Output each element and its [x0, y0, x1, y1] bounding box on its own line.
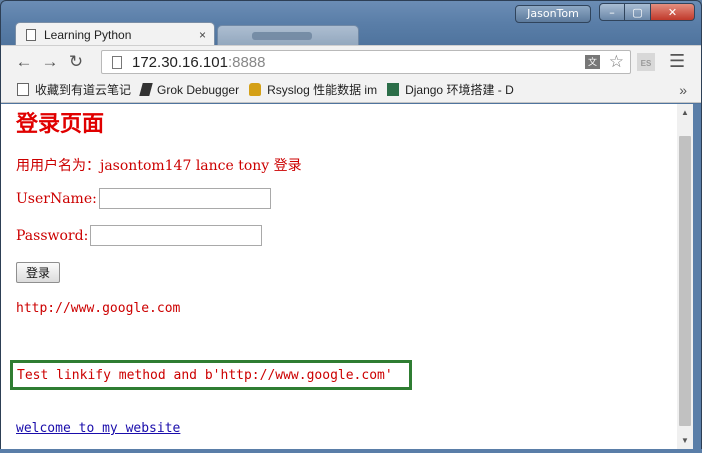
chrome-menu-icon[interactable]: ☰ — [669, 51, 685, 72]
maximize-button[interactable]: ▢ — [625, 3, 651, 21]
django-icon — [387, 83, 400, 96]
username-input[interactable] — [98, 188, 271, 209]
bookmark-django[interactable]: Django 环境搭建 - D — [387, 81, 514, 98]
extension-icon[interactable]: ES — [637, 53, 655, 71]
user-hint-text: 用用户名为：jasontom147 lance tony 登录 — [16, 158, 302, 174]
address-bar[interactable]: 172.30.16.101:8888 文 ☆ — [101, 50, 631, 74]
password-row: Password: — [16, 225, 263, 246]
page-content: 登录页面 用用户名为：jasontom147 lance tony 登录 Use… — [1, 104, 677, 449]
window-controls: – ▢ ✕ — [599, 3, 695, 21]
bookmark-youdao[interactable]: 收藏到有道云笔记 — [17, 81, 131, 98]
window-frame-bottom — [0, 449, 702, 453]
scrollbar-thumb[interactable] — [679, 136, 691, 426]
bookmark-star-icon[interactable]: ☆ — [609, 52, 624, 72]
tab-title: Learning Python — [44, 27, 132, 42]
tab-close-icon[interactable]: × — [199, 28, 206, 42]
grok-icon — [139, 83, 153, 96]
page-favicon-icon — [26, 28, 36, 41]
tab-learning-python[interactable]: Learning Python × — [15, 22, 215, 46]
login-button[interactable]: 登录 — [16, 262, 60, 283]
username-row: UserName: — [16, 188, 271, 209]
browser-toolbar: ← → ↻ 172.30.16.101:8888 文 ☆ ES ☰ — [1, 45, 701, 77]
tab-background[interactable] — [217, 25, 359, 46]
google-url-text: http://www.google.com — [16, 301, 181, 316]
vertical-scrollbar[interactable]: ▲ ▼ — [677, 104, 693, 449]
translate-icon[interactable]: 文 — [585, 55, 600, 69]
bookmark-grok-debugger[interactable]: Grok Debugger — [139, 83, 239, 97]
linkify-text: Test linkify method and b'http://www.goo… — [17, 368, 393, 383]
scroll-down-icon[interactable]: ▼ — [681, 436, 689, 445]
welcome-link[interactable]: welcome to my website — [16, 421, 180, 436]
page-title: 登录页面 — [16, 111, 105, 137]
scroll-up-icon[interactable]: ▲ — [681, 108, 689, 117]
password-input[interactable] — [90, 225, 263, 246]
url-text[interactable]: 172.30.16.101:8888 — [132, 54, 265, 71]
minimize-button[interactable]: – — [599, 3, 625, 21]
bookmark-page-icon — [17, 83, 29, 96]
lock-icon — [249, 83, 262, 96]
user-profile-badge[interactable]: JasonTom — [515, 5, 591, 23]
password-label: Password: — [16, 227, 89, 244]
reload-icon[interactable]: ↻ — [63, 52, 89, 72]
forward-arrow-icon[interactable]: → — [37, 52, 63, 72]
bookmarks-overflow-icon[interactable]: » — [679, 82, 687, 98]
linkify-highlight-box: Test linkify method and b'http://www.goo… — [10, 360, 412, 390]
back-arrow-icon[interactable]: ← — [11, 52, 37, 72]
bookmarks-bar: 收藏到有道云笔记 Grok Debugger Rsyslog 性能数据 im D… — [1, 77, 701, 103]
window-frame-right — [693, 104, 701, 453]
close-window-button[interactable]: ✕ — [651, 3, 695, 21]
page-icon — [112, 55, 122, 69]
bookmark-rsyslog[interactable]: Rsyslog 性能数据 im — [249, 81, 377, 98]
tab-blurred-title — [252, 32, 312, 40]
username-label: UserName: — [16, 190, 97, 207]
